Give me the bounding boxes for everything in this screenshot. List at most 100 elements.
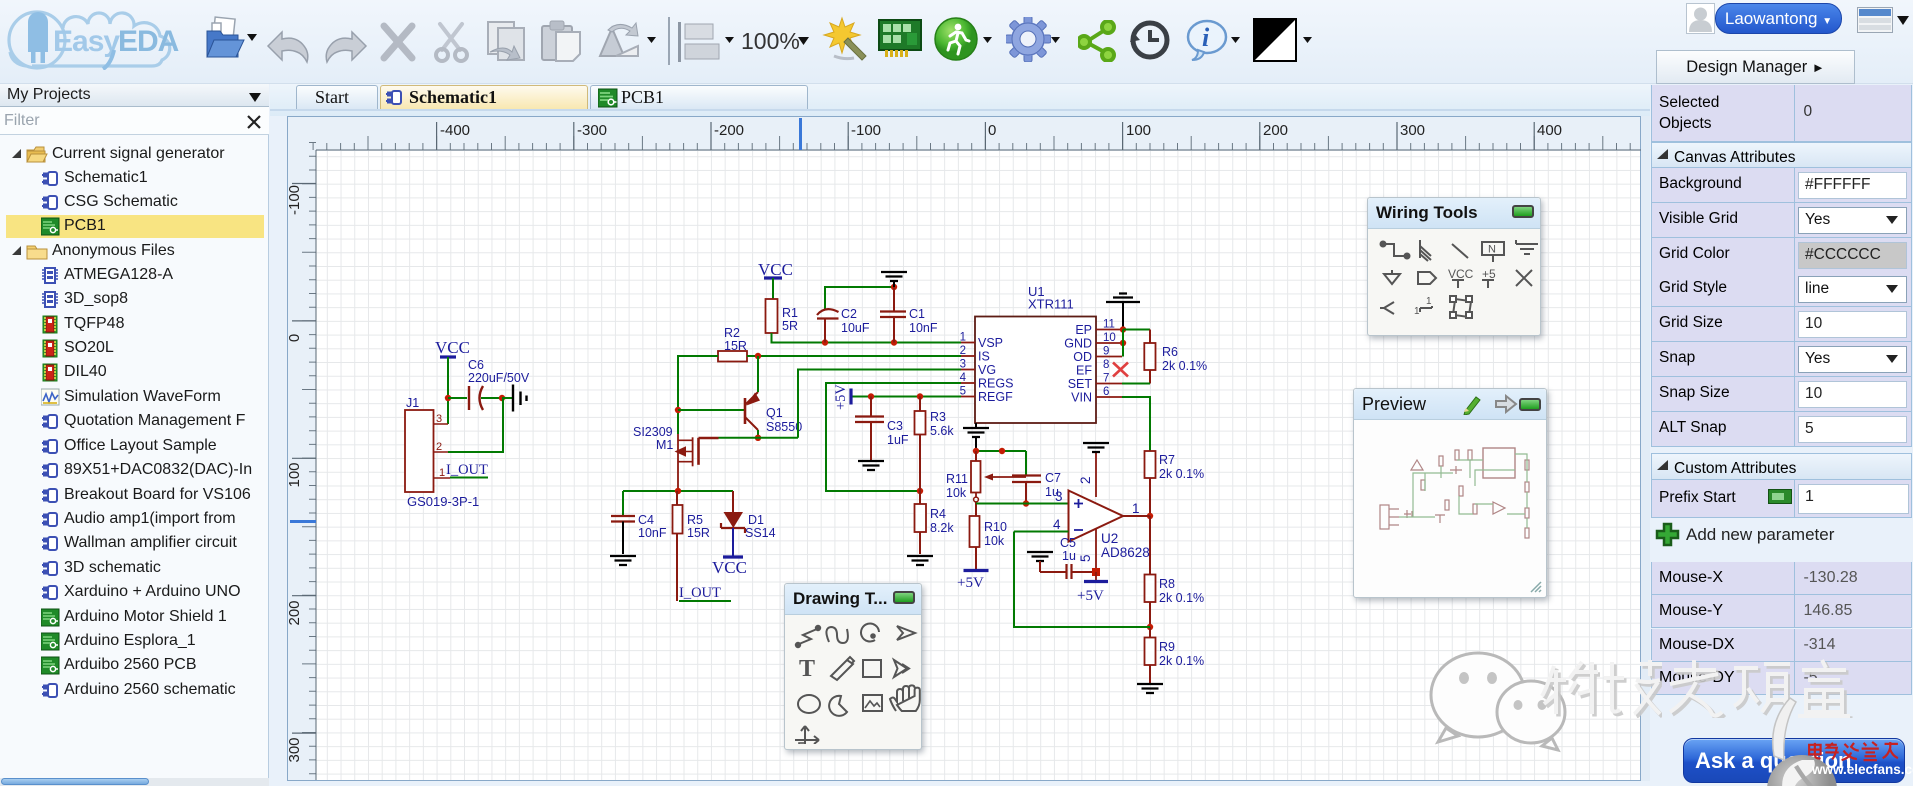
svg-text:J1: J1: [406, 396, 419, 410]
svg-text:R9: R9: [1159, 640, 1175, 654]
svg-text:Q1: Q1: [766, 406, 783, 420]
svg-text:9: 9: [1103, 346, 1109, 358]
svg-text:C6: C6: [468, 358, 484, 372]
svg-text:1u: 1u: [1062, 549, 1076, 563]
svg-text:EF: EF: [1076, 364, 1092, 378]
svg-text:1: 1: [1132, 501, 1140, 516]
svg-text:I_OUT: I_OUT: [679, 585, 721, 601]
svg-text:5: 5: [960, 386, 966, 398]
svg-text:VCC: VCC: [712, 558, 747, 577]
svg-text:C4: C4: [638, 513, 654, 527]
svg-text:R11: R11: [946, 472, 968, 486]
svg-text:1: 1: [439, 467, 445, 479]
svg-text:3: 3: [1055, 489, 1063, 504]
svg-text:300: 300: [1400, 122, 1425, 139]
svg-text:N: N: [1488, 244, 1496, 256]
svg-text:i: i: [1202, 23, 1210, 52]
svg-text:VIN: VIN: [1071, 391, 1092, 405]
svg-text:2: 2: [436, 441, 442, 453]
svg-text:300: 300: [287, 737, 303, 762]
svg-text:VCC: VCC: [435, 338, 470, 357]
svg-text:R8: R8: [1159, 577, 1175, 591]
svg-text:-300: -300: [577, 122, 607, 139]
svg-text:REGF: REGF: [978, 390, 1013, 404]
svg-text:GS019-3P-1: GS019-3P-1: [407, 494, 479, 509]
svg-text:M1: M1: [656, 438, 673, 452]
svg-text:2: 2: [960, 345, 966, 357]
svg-text:2: 2: [1078, 476, 1093, 484]
svg-text:C5: C5: [1060, 536, 1076, 550]
svg-text:SET: SET: [1068, 377, 1093, 391]
svg-text:XTR111: XTR111: [1028, 297, 1074, 312]
svg-text:R4: R4: [930, 507, 946, 521]
svg-text:U2: U2: [1101, 531, 1118, 546]
svg-text:VCC: VCC: [758, 260, 793, 279]
svg-text:2k 0.1%: 2k 0.1%: [1159, 591, 1204, 605]
svg-text:10nF: 10nF: [638, 526, 667, 540]
svg-text:SS14: SS14: [745, 526, 776, 540]
svg-text:6: 6: [1103, 386, 1109, 398]
svg-text:VCC: VCC: [1448, 267, 1474, 281]
svg-text:OD: OD: [1073, 350, 1092, 364]
svg-text:SI2309: SI2309: [633, 425, 673, 439]
svg-text:200: 200: [287, 600, 303, 625]
svg-text:5: 5: [1078, 554, 1093, 562]
svg-text:Easy: Easy: [53, 25, 120, 58]
svg-text:10k: 10k: [984, 534, 1005, 548]
svg-text:C3: C3: [887, 419, 903, 433]
svg-text:10nF: 10nF: [909, 321, 938, 335]
svg-text:IS: IS: [978, 350, 990, 364]
svg-text:2k 0.1%: 2k 0.1%: [1162, 359, 1207, 373]
svg-text:+5V: +5V: [1077, 588, 1104, 604]
svg-text:R2: R2: [724, 326, 740, 340]
svg-text:+5: +5: [1482, 267, 1496, 281]
svg-text:S8550: S8550: [766, 420, 802, 434]
svg-text:EDA: EDA: [118, 25, 179, 58]
svg-text:C2: C2: [841, 307, 857, 321]
svg-text:C1: C1: [909, 307, 925, 321]
svg-text:10: 10: [1103, 332, 1116, 344]
svg-text:+5V: +5V: [833, 384, 849, 410]
svg-text:R3: R3: [930, 410, 946, 424]
svg-text:100: 100: [287, 462, 303, 487]
svg-text:AD8628: AD8628: [1101, 545, 1150, 560]
svg-text:+5V: +5V: [957, 575, 984, 591]
svg-text:2k 0.1%: 2k 0.1%: [1159, 467, 1204, 481]
svg-text:3: 3: [960, 359, 966, 371]
svg-text:VG: VG: [978, 363, 996, 377]
svg-text:D1: D1: [748, 513, 764, 527]
svg-text:REGS: REGS: [978, 377, 1013, 391]
svg-text:R6: R6: [1162, 345, 1178, 359]
svg-text:4: 4: [1053, 517, 1061, 532]
svg-text:1: 1: [960, 332, 966, 344]
svg-text:-100: -100: [287, 185, 303, 215]
svg-text:VSP: VSP: [978, 336, 1003, 350]
svg-text:100: 100: [1126, 122, 1151, 139]
svg-text:R5: R5: [687, 513, 703, 527]
svg-text:I_OUT: I_OUT: [446, 462, 488, 478]
svg-text:T: T: [799, 656, 815, 682]
svg-text:1: 1: [1414, 306, 1420, 317]
svg-text:3: 3: [436, 413, 442, 425]
svg-text:4: 4: [960, 372, 967, 384]
svg-text:R1: R1: [782, 306, 798, 320]
svg-text:1: 1: [1426, 296, 1432, 307]
svg-text:1uF: 1uF: [887, 433, 909, 447]
svg-text:11: 11: [1103, 319, 1115, 331]
svg-text:8.2k: 8.2k: [930, 521, 954, 535]
svg-text:0: 0: [988, 122, 996, 139]
svg-text:10uF: 10uF: [841, 321, 870, 335]
svg-text:5R: 5R: [782, 319, 798, 333]
svg-text:-200: -200: [714, 122, 744, 139]
svg-text:10k: 10k: [946, 486, 967, 500]
svg-text:200: 200: [1263, 122, 1288, 139]
svg-text:0: 0: [287, 334, 303, 342]
svg-text:2k 0.1%: 2k 0.1%: [1159, 654, 1204, 668]
svg-text:15R: 15R: [687, 526, 710, 540]
svg-text:8: 8: [1103, 359, 1109, 371]
svg-text:C7: C7: [1045, 471, 1061, 485]
svg-text:R10: R10: [984, 520, 1007, 534]
svg-text:EP: EP: [1075, 323, 1092, 337]
svg-text:-400: -400: [440, 122, 470, 139]
svg-text:220uF/50V: 220uF/50V: [468, 371, 530, 385]
